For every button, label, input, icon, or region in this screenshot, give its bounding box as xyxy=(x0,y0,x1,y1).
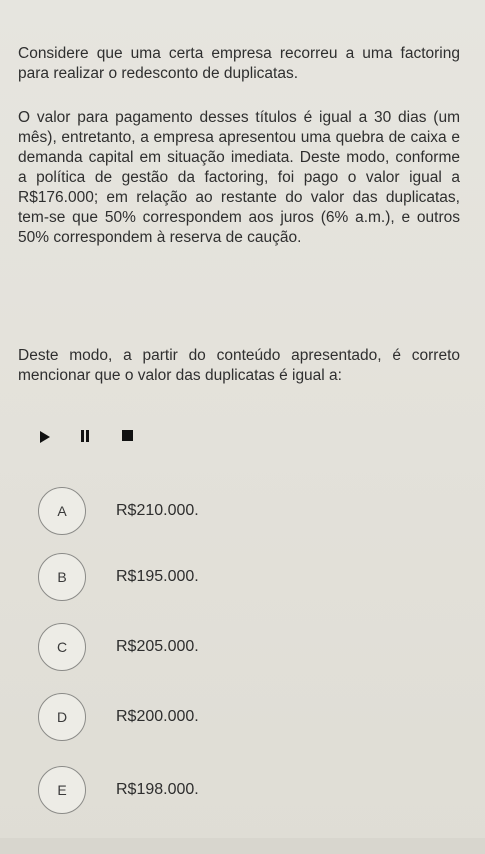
stop-icon[interactable] xyxy=(122,430,133,441)
play-icon[interactable] xyxy=(40,431,50,443)
option-d-letter: D xyxy=(56,709,68,725)
page-bottom-edge xyxy=(0,838,485,854)
option-a-value: R$210.000. xyxy=(116,502,199,519)
question-paragraph-1: Considere que uma certa empresa recorreu… xyxy=(18,45,460,82)
option-c-letter: C xyxy=(56,639,68,655)
audio-controls xyxy=(40,428,160,448)
option-d[interactable]: D R$200.000. xyxy=(38,693,438,745)
question-paragraph-2: O valor para pagamento desses títulos é … xyxy=(18,109,460,246)
option-b-letter: B xyxy=(57,569,67,585)
option-a-letter: A xyxy=(57,503,67,519)
option-e-letter: E xyxy=(57,782,67,798)
option-c[interactable]: C R$205.000. xyxy=(38,623,438,675)
option-d-value: R$200.000. xyxy=(116,708,199,725)
option-e[interactable]: E R$198.000. xyxy=(38,766,438,818)
option-c-value: R$205.000. xyxy=(116,638,199,655)
question-prompt: Deste modo, a partir do conteúdo apresen… xyxy=(18,347,460,384)
pause-icon[interactable] xyxy=(80,430,90,442)
question-card: Considere que uma certa empresa recorreu… xyxy=(0,0,485,854)
option-a[interactable]: A R$210.000. xyxy=(38,487,438,539)
option-b[interactable]: B R$195.000. xyxy=(38,553,438,605)
option-e-value: R$198.000. xyxy=(116,781,199,798)
option-b-value: R$195.000. xyxy=(116,568,199,585)
